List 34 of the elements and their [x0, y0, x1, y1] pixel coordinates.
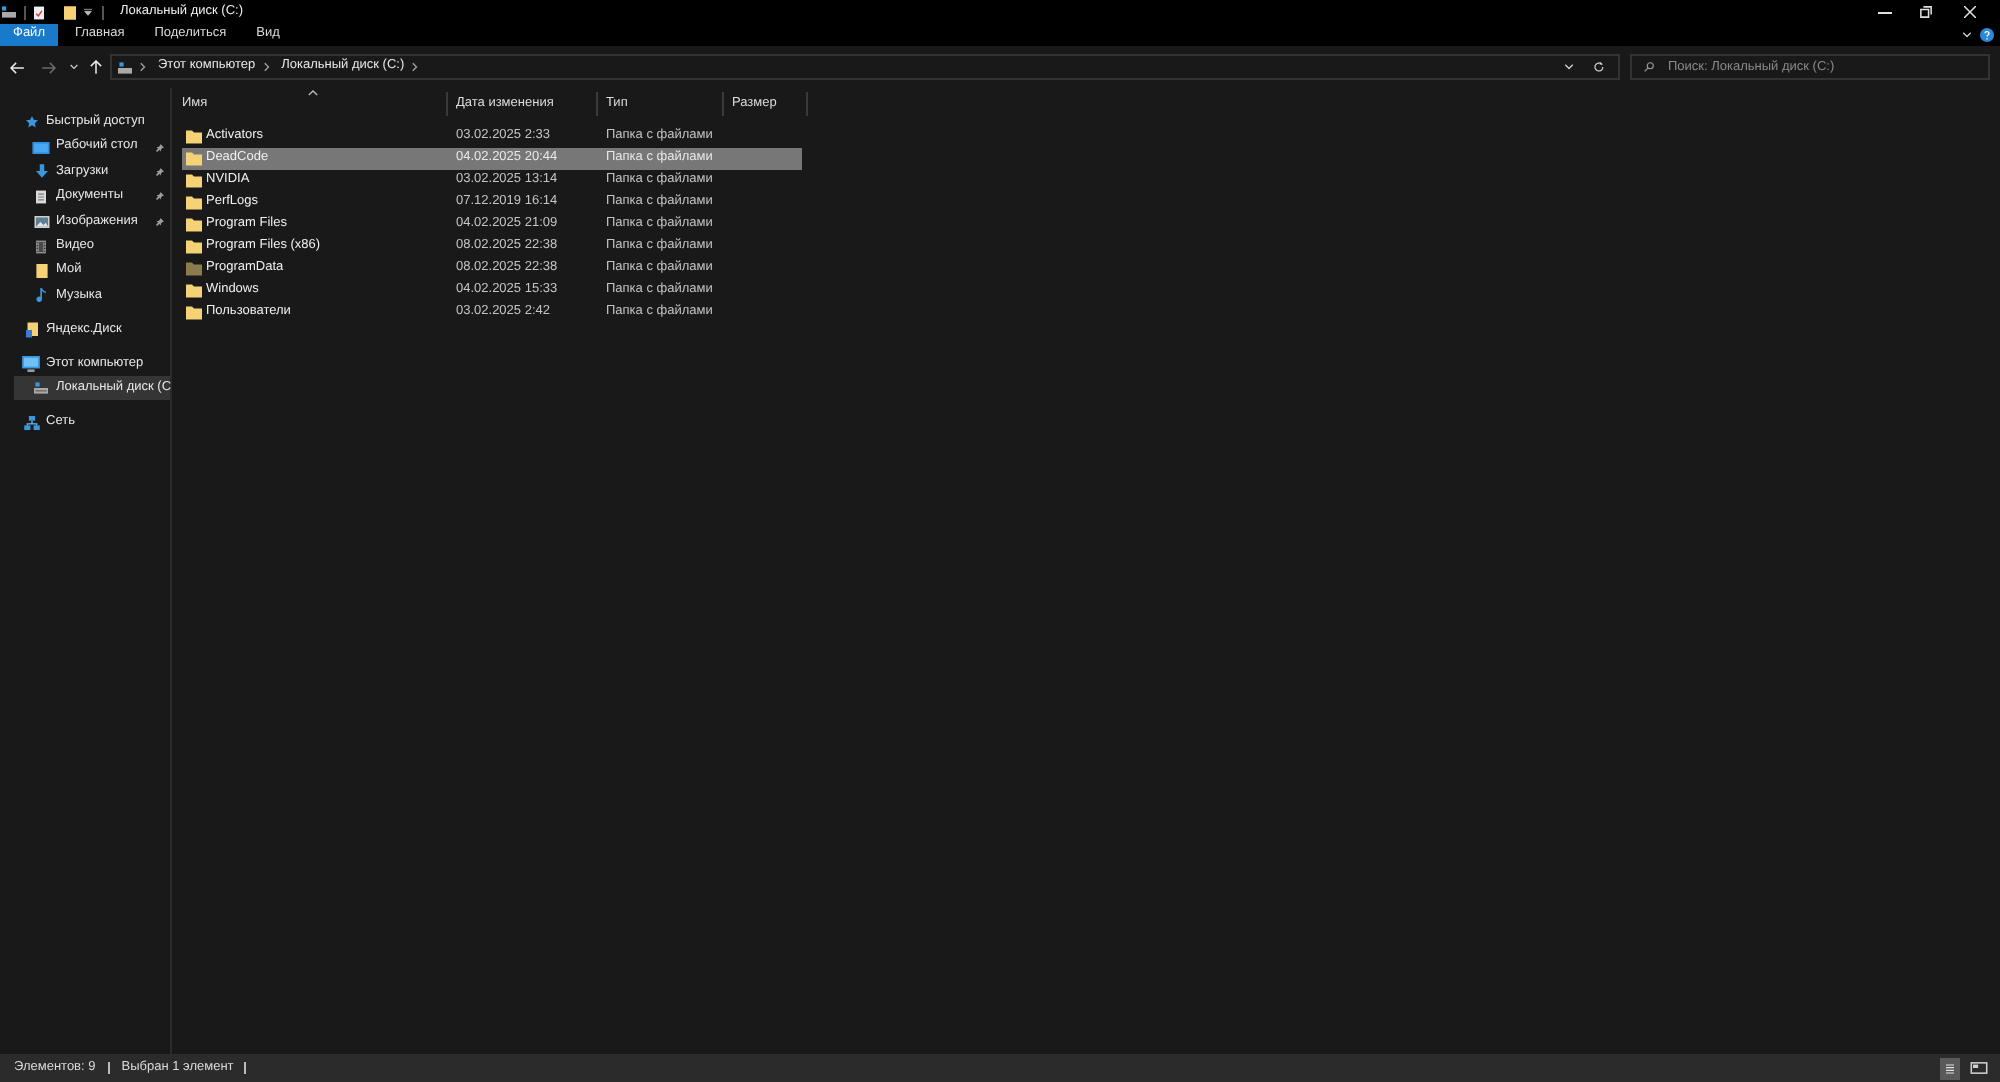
- document-icon: [36, 189, 46, 204]
- details-view-button[interactable]: [1940, 1057, 1960, 1079]
- caret-down-icon[interactable]: [84, 8, 92, 16]
- minimize-icon[interactable]: [1878, 11, 1892, 13]
- network-icon: [23, 415, 39, 430]
- close-icon[interactable]: [1964, 6, 1976, 18]
- download-arrow-icon: [35, 164, 47, 179]
- refresh-icon[interactable]: [1594, 62, 1604, 72]
- chevron-down-icon[interactable]: [70, 64, 78, 70]
- desktop-icon: [32, 141, 50, 154]
- chevron-down-icon[interactable]: [1564, 64, 1574, 70]
- tiles-view-icon: [1969, 1062, 1987, 1074]
- restore-icon[interactable]: [1920, 6, 1932, 18]
- chevron-down-icon[interactable]: [1962, 32, 1972, 38]
- picture-icon: [33, 215, 49, 228]
- chevron-right-icon: [140, 62, 146, 72]
- checked-document-icon[interactable]: [34, 5, 44, 19]
- folder-icon: [35, 264, 47, 279]
- star-icon: [25, 116, 37, 129]
- back-arrow-icon[interactable]: [10, 61, 24, 73]
- music-note-icon: [36, 288, 46, 303]
- drive-icon: [118, 61, 132, 73]
- folder-icon[interactable]: [64, 5, 76, 19]
- drive-icon: [34, 382, 48, 395]
- film-strip-icon: [36, 239, 46, 254]
- drive-icon: [2, 6, 16, 18]
- chevron-right-icon: [263, 62, 270, 72]
- folder-icon: [25, 321, 37, 338]
- up-arrow-icon[interactable]: [90, 60, 102, 74]
- monitor-icon: [22, 355, 40, 372]
- chevron-right-icon: [412, 62, 419, 72]
- search-icon: [1644, 62, 1654, 72]
- help-icon[interactable]: [1980, 28, 1994, 42]
- details-view-icon: [1946, 1061, 1954, 1075]
